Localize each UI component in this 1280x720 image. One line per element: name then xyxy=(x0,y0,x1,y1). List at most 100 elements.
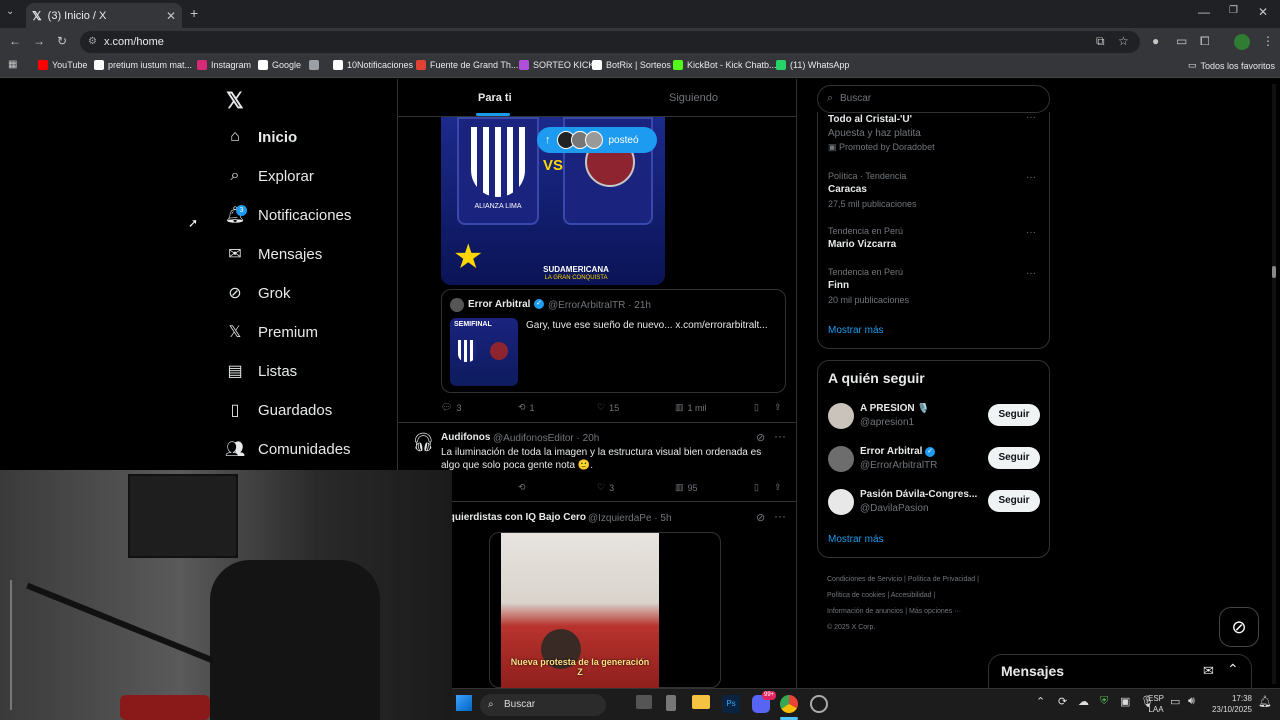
tray-icon[interactable]: ⟳ xyxy=(1058,695,1067,708)
grok-float-button[interactable]: ⊘ xyxy=(1219,607,1259,647)
messages-dock[interactable]: Mensajes ✉ ⌃ xyxy=(988,654,1252,688)
footer-link[interactable]: Condiciones de Servicio xyxy=(827,576,902,583)
tray-chevron-icon[interactable]: ⌃ xyxy=(1036,695,1045,708)
expand-icon[interactable]: ⌃ xyxy=(1227,661,1239,678)
nav-item-comunidades[interactable]: 👥︎ Comunidades xyxy=(225,440,351,459)
x-logo-icon[interactable]: 𝕏 xyxy=(226,88,244,114)
post2-author[interactable]: Audifonos xyxy=(441,432,490,443)
shield-icon[interactable]: ⛨ xyxy=(1100,695,1108,708)
new-tab-button[interactable]: + xyxy=(190,5,198,21)
bookmark-item[interactable]: pretium iustum mat... xyxy=(94,60,192,70)
extension-icon[interactable]: ● xyxy=(1152,34,1159,48)
nav-item-inicio[interactable]: ⌂ Inicio xyxy=(226,128,297,146)
bookmark-item[interactable]: BotRix | Sorteos xyxy=(592,60,671,70)
trend-more-icon[interactable]: ··· xyxy=(1026,112,1036,123)
all-bookmarks[interactable]: ▭ Todos los favoritos xyxy=(1188,60,1275,71)
follow-suggestion[interactable]: Error Arbitral ✓ @ErrorArbitralTR Seguir xyxy=(818,444,1049,478)
post2-bookmark-button[interactable]: ▯ xyxy=(754,482,759,493)
repost-button[interactable]: ⟲ 1 xyxy=(518,402,535,413)
install-app-icon[interactable]: ⧉ xyxy=(1096,34,1105,49)
follow-suggestion[interactable]: Pasión Dávila-Congres... @DavilaPasion Seg… xyxy=(818,487,1049,521)
language-indicator[interactable]: ESP LAA xyxy=(1148,693,1164,715)
nav-item-grok[interactable]: ⊘ Grok xyxy=(226,284,290,303)
trend-item[interactable]: Política · Tendencia Caracas 27,5 mil pu… xyxy=(828,171,917,209)
follow-button[interactable]: Seguir xyxy=(988,490,1040,512)
footer-link[interactable]: Información de anuncios xyxy=(827,608,903,615)
star-icon[interactable]: ☆ xyxy=(1118,34,1129,48)
search-input[interactable]: ⌕ Buscar xyxy=(817,85,1050,113)
follow-button[interactable]: Seguir xyxy=(988,404,1040,426)
trend-item[interactable]: Todo al Cristal-'U' Apuesta y haz platit… xyxy=(828,114,935,153)
browser-tab[interactable]: 𝕏 (3) Inicio / X ✕ xyxy=(26,3,182,28)
network-icon[interactable]: ▭ xyxy=(1170,695,1180,708)
app-icon[interactable] xyxy=(666,695,676,711)
nav-item-explorar[interactable]: ⌕ Explorar xyxy=(226,167,314,185)
bookmark-item[interactable]: Google xyxy=(258,60,301,70)
quoted-post[interactable]: Error Arbitral ✓ @ErrorArbitralTR · 21h … xyxy=(441,289,786,393)
bookmark-item[interactable]: Instagram xyxy=(197,60,251,70)
task-view-icon[interactable] xyxy=(636,695,652,709)
cloud-icon[interactable]: ☁ xyxy=(1078,695,1089,708)
tab-para-ti[interactable]: Para ti xyxy=(478,92,512,104)
trend-item[interactable]: Tendencia en Perú Finn 20 mil publicacio… xyxy=(828,267,909,305)
app-icon[interactable] xyxy=(810,695,828,713)
trend-item[interactable]: Tendencia en Perú Mario Vizcarra xyxy=(828,226,903,250)
bookmark-item[interactable] xyxy=(309,60,323,70)
bookmark-item[interactable]: Fuente de Grand Th... xyxy=(416,60,518,70)
tray-icon[interactable]: ▣ xyxy=(1120,695,1130,708)
extension2-icon[interactable]: ▭ xyxy=(1176,34,1187,48)
more-icon[interactable]: ··· xyxy=(774,429,786,443)
tab-search-icon[interactable]: ⌄ xyxy=(6,6,14,17)
post3-video[interactable]: Nueva protesta de la generación Z xyxy=(501,533,659,688)
tab-close-icon[interactable]: ✕ xyxy=(166,9,176,23)
file-explorer-icon[interactable] xyxy=(692,695,710,709)
nav-item-listas[interactable]: ▤ Listas xyxy=(226,362,297,381)
post2-views-button[interactable]: ▥ 95 xyxy=(675,482,698,493)
tab-siguiendo[interactable]: Siguiendo xyxy=(669,92,718,104)
grok-post-icon[interactable]: ⊘ xyxy=(756,511,765,524)
avatar[interactable] xyxy=(828,403,854,429)
scrollbar-thumb[interactable] xyxy=(1272,266,1276,278)
show-more-link[interactable]: Mostrar más xyxy=(828,534,884,545)
trend-more-icon[interactable]: ··· xyxy=(1026,227,1036,238)
minimize-icon[interactable]: — xyxy=(1198,5,1210,19)
more-icon[interactable]: ··· xyxy=(774,509,786,523)
post3-author[interactable]: Izquierdistas con IQ Bajo Cero xyxy=(441,512,586,523)
like-button[interactable]: ♡ 15 xyxy=(597,402,619,413)
reload-icon[interactable]: ↻ xyxy=(57,34,67,48)
taskbar-search[interactable]: ⌕ Buscar xyxy=(480,694,606,716)
post2-share-button[interactable]: ⇪ xyxy=(774,482,782,493)
grok-post-icon[interactable]: ⊘ xyxy=(756,431,765,444)
scrollbar-track[interactable] xyxy=(1272,84,1276,684)
trend-more-icon[interactable]: ··· xyxy=(1026,268,1036,279)
follow-suggestion[interactable]: A PRESIÓN 🎙️ @apresion1 Seguir xyxy=(818,401,1049,435)
new-message-icon[interactable]: ✉ xyxy=(1203,663,1214,679)
apps-grid-icon[interactable]: ▦ xyxy=(8,59,17,70)
menu-kebab-icon[interactable]: ⋮ xyxy=(1262,34,1274,48)
clock[interactable]: 17:38 23/10/2025 xyxy=(1202,693,1252,715)
share-button[interactable]: ⇪ xyxy=(774,402,782,413)
photoshop-icon[interactable]: Ps xyxy=(722,695,740,713)
bookmark-item[interactable]: (11) WhatsApp xyxy=(776,60,849,70)
extensions-puzzle-icon[interactable]: ⧠ xyxy=(1200,34,1210,49)
post3-handle[interactable]: @IzquierdaPe · 5h xyxy=(588,513,672,524)
footer-link[interactable]: Política de cookies xyxy=(827,592,885,599)
footer-link[interactable]: Política de Privacidad xyxy=(908,576,975,583)
notification-center-icon[interactable]: 🔔︎ xyxy=(1258,695,1272,708)
new-posts-pill[interactable]: ↑ posteó xyxy=(537,127,657,153)
nav-item-guardados[interactable]: ▯ Guardados xyxy=(226,401,333,420)
post2-like-button[interactable]: ♡ 3 xyxy=(597,482,614,493)
close-window-icon[interactable]: ✕ xyxy=(1258,5,1268,19)
nav-item-mensajes[interactable]: ✉ Mensajes xyxy=(226,245,322,264)
bookmark-item[interactable]: 10Notificaciones xyxy=(333,60,413,70)
post2-handle[interactable]: @AudifonosEditor · 20h xyxy=(493,433,599,444)
bookmark-item[interactable]: KickBot - Kick Chatb... xyxy=(673,60,777,70)
site-info-icon[interactable]: ⚙ xyxy=(88,31,97,53)
post2-repost-button[interactable]: ⟲ xyxy=(518,482,526,493)
bookmark-button[interactable]: ▯ xyxy=(754,402,759,413)
bookmark-item[interactable]: YouTube xyxy=(38,60,87,70)
volume-icon[interactable]: 🔊︎ xyxy=(1188,695,1195,708)
bookmark-item[interactable]: SORTEO KICK xyxy=(519,60,594,70)
url-input[interactable]: ⚙ x.com/home xyxy=(80,31,1140,53)
forward-icon[interactable]: → xyxy=(33,34,45,48)
